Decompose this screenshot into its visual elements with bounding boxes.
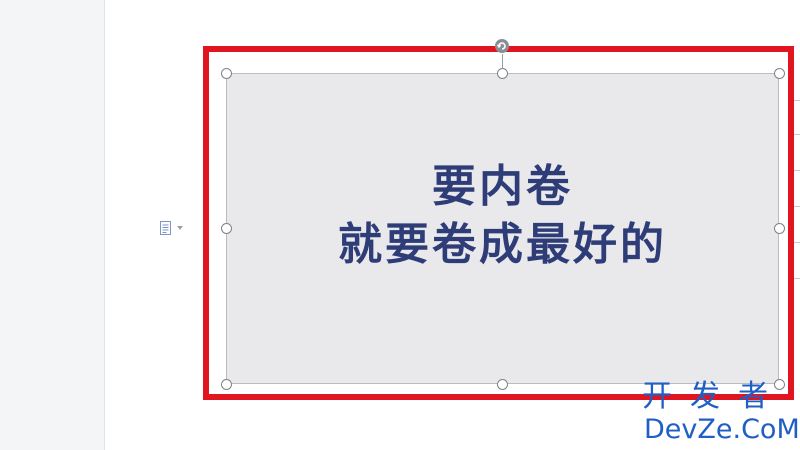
resize-handle-bottom-left[interactable] [221, 379, 232, 390]
resize-handle-top-right[interactable] [774, 68, 785, 79]
resize-handle-bottom-center[interactable] [497, 379, 508, 390]
watermark-line-2: DevZe.CoM [644, 414, 800, 445]
resize-handle-top-center[interactable] [497, 68, 508, 79]
resize-handle-middle-right[interactable] [774, 223, 785, 234]
watermark-line-1: 开发者 [642, 379, 786, 414]
chevron-down-icon [177, 226, 183, 230]
image-headline: 要内卷 就要卷成最好的 [226, 158, 779, 274]
watermark: 开发者 DevZe.CoM [640, 380, 800, 450]
paragraph-layout-marker[interactable] [159, 220, 189, 236]
resize-handle-top-left[interactable] [221, 68, 232, 79]
image-text-line-1: 要内卷 [432, 161, 573, 212]
image-text-line-2: 就要卷成最好的 [338, 219, 667, 270]
navigation-pane [0, 0, 105, 450]
paragraph-layout-icon [159, 221, 173, 235]
adjacent-table-edge [794, 70, 800, 330]
rotate-handle-icon[interactable] [494, 38, 510, 54]
resize-handle-middle-left[interactable] [221, 223, 232, 234]
